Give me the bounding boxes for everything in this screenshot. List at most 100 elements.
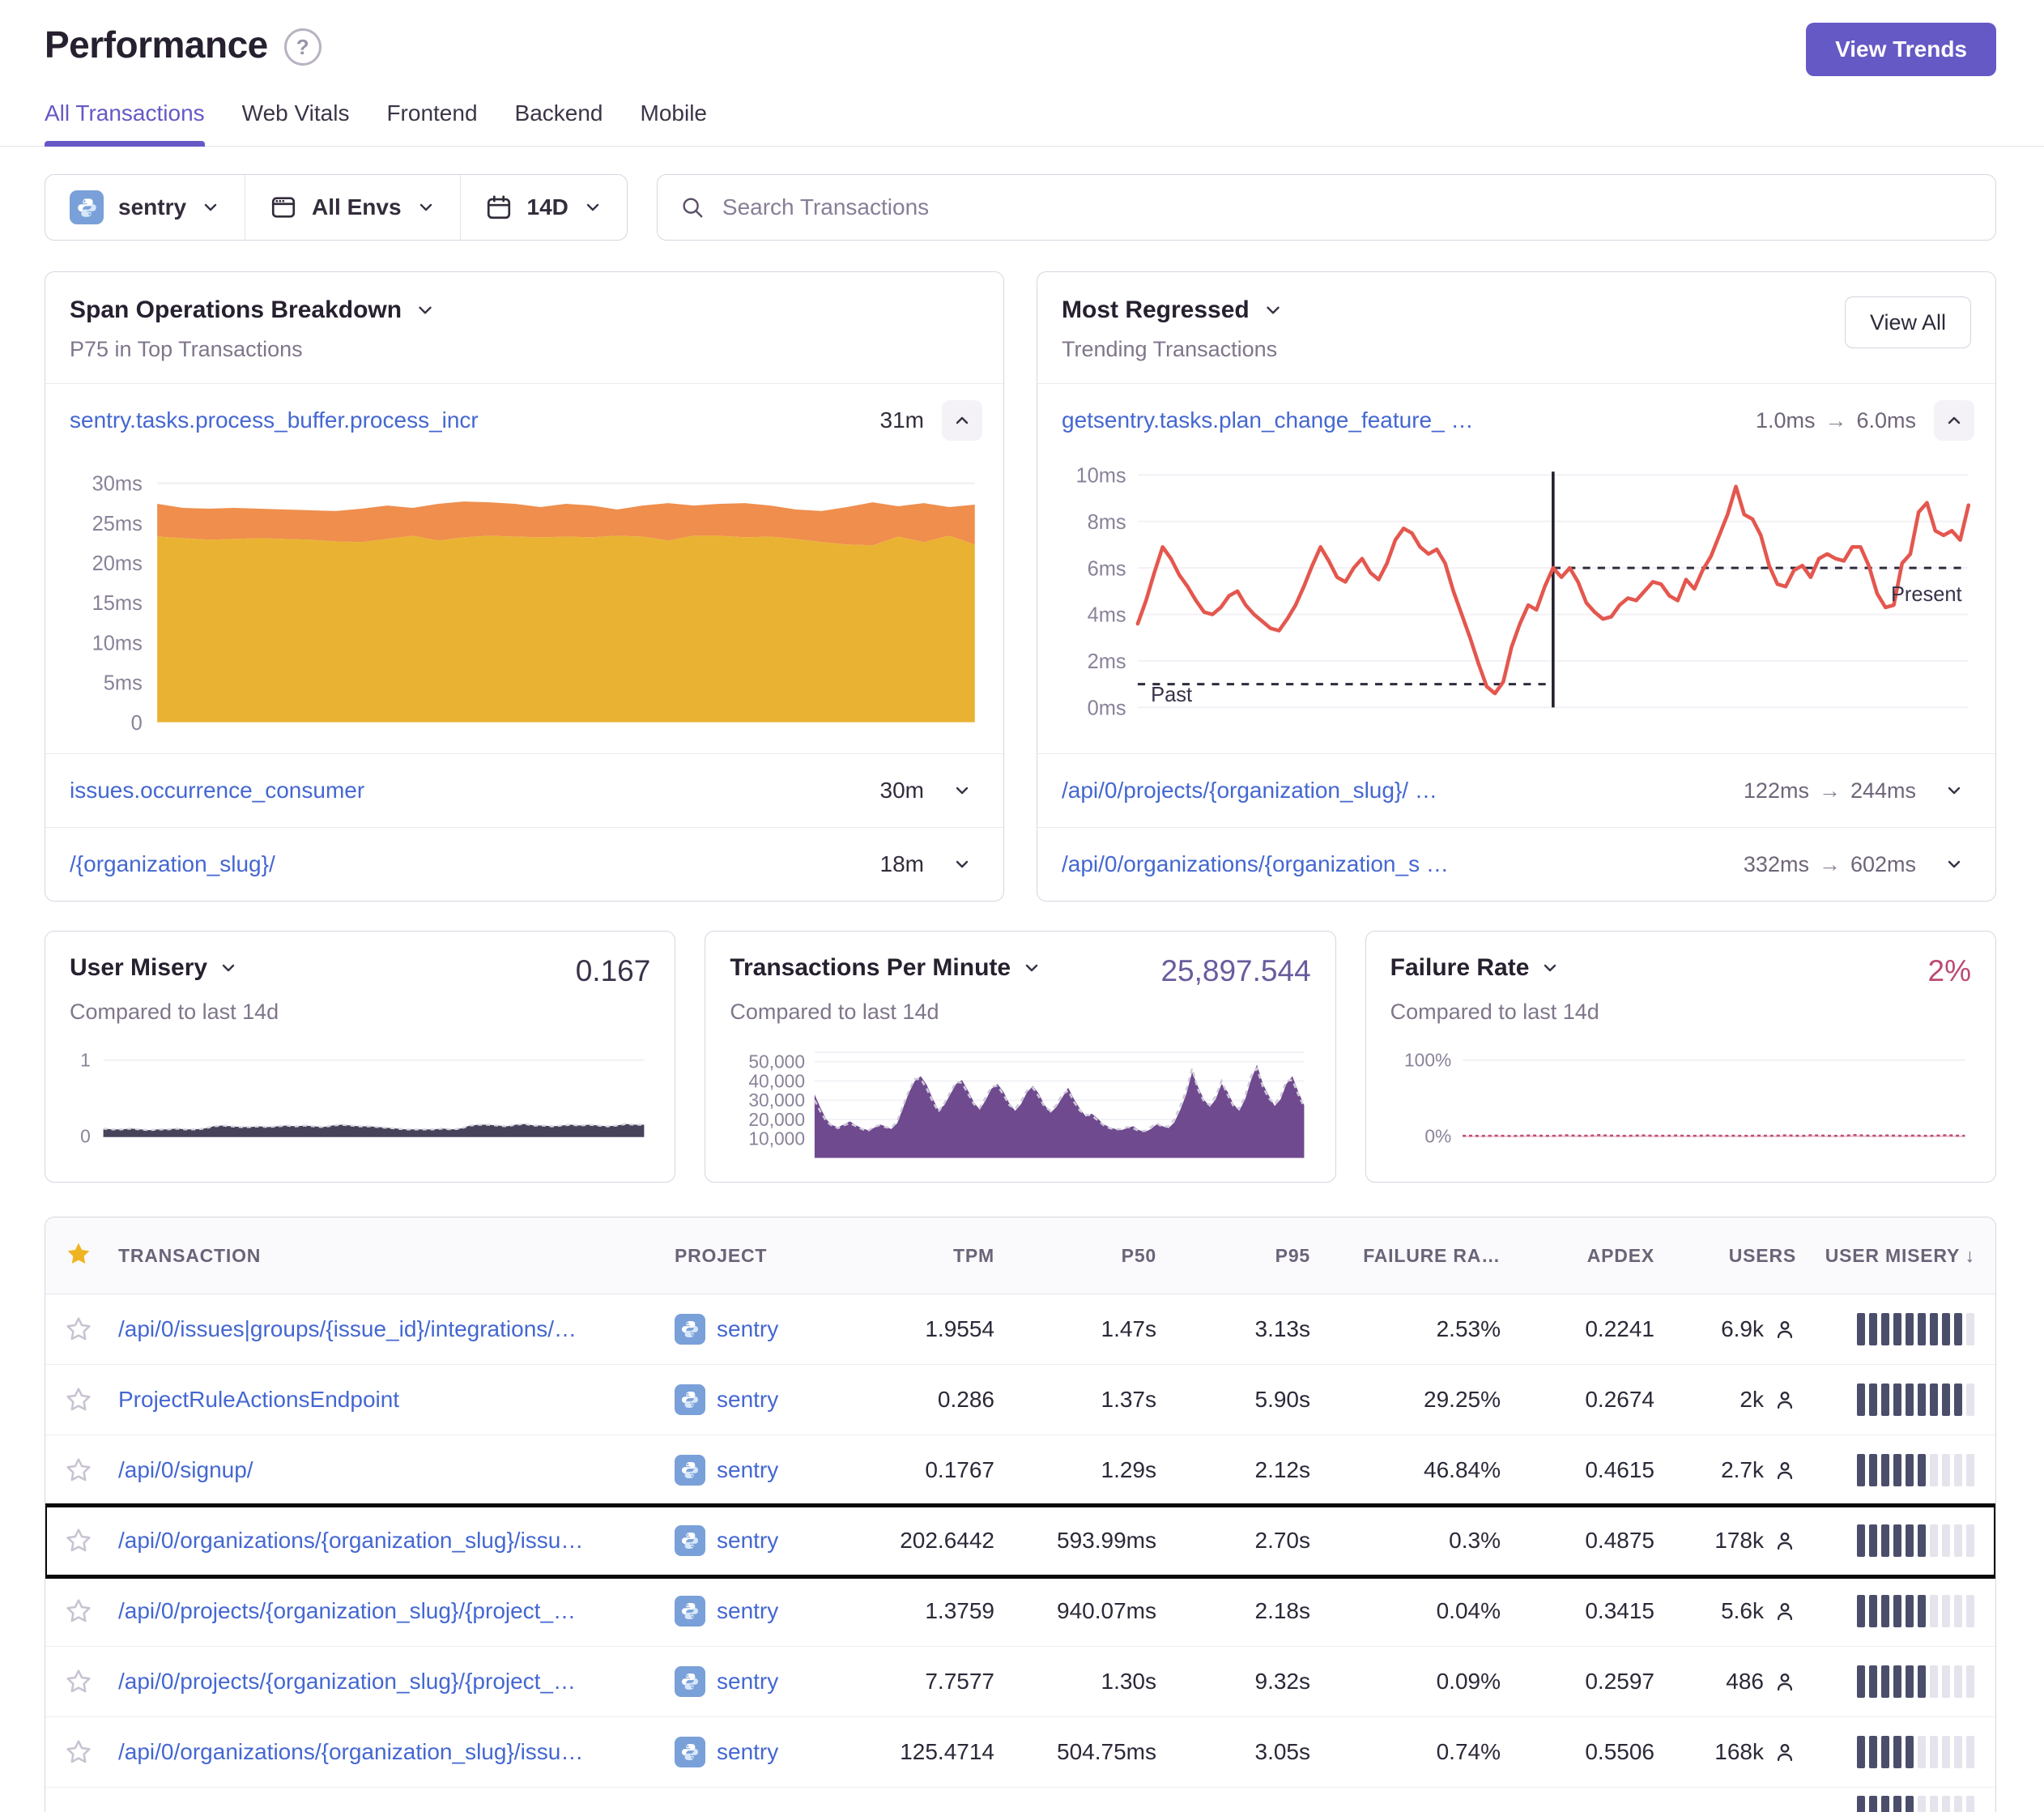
p95-cell: 9.32s — [1255, 1669, 1311, 1695]
expand-button[interactable] — [1934, 770, 1974, 811]
misery-bar — [1906, 1736, 1914, 1768]
project-filter[interactable]: sentry — [45, 175, 245, 240]
transaction-link[interactable]: /api/0/organizations/{organization_slug}… — [118, 1739, 675, 1765]
help-icon[interactable]: ? — [284, 28, 322, 66]
card-title-row[interactable]: Transactions Per Minute — [730, 954, 1041, 982]
table-row[interactable]: /api/0/organizations/{organization_slug}… — [45, 1717, 1995, 1788]
project-link[interactable]: sentry — [717, 1316, 778, 1342]
table-row[interactable]: /api/0/projects/{organization_slug}/{pro… — [45, 1576, 1995, 1647]
regression-to: 6.0ms — [1856, 408, 1916, 433]
span-op-link[interactable]: /{organization_slug}/ — [70, 851, 275, 877]
transaction-link[interactable]: /api/0/projects/{organization_slug}/{pro… — [118, 1598, 675, 1624]
metric-card-failure-rate: Failure Rate2%Compared to last 14d100%0% — [1365, 931, 1996, 1183]
transaction-link[interactable]: /api/0/signup/ — [118, 1457, 675, 1483]
tab-web-vitals[interactable]: Web Vitals — [242, 100, 350, 146]
p95-cell: 5.90s — [1255, 1387, 1311, 1413]
environment-filter[interactable]: All Envs — [245, 175, 459, 240]
chevron-up-icon — [1944, 411, 1964, 430]
project-link[interactable]: sentry — [717, 1598, 778, 1624]
project-link[interactable]: sentry — [717, 1739, 778, 1765]
project-cell: sentry — [675, 1455, 857, 1486]
misery-bar — [1918, 1384, 1926, 1416]
project-link[interactable]: sentry — [717, 1387, 778, 1413]
regression-from: 332ms — [1744, 852, 1809, 877]
column-header-tpm[interactable]: TPM — [953, 1245, 994, 1267]
expand-button[interactable] — [942, 770, 982, 811]
performance-page: Performance ? View Trends All Transactio… — [0, 0, 2044, 1812]
search-box[interactable] — [657, 174, 1996, 241]
favorite-star-button[interactable] — [65, 1456, 118, 1484]
span-op-row: issues.occurrence_consumer30m — [45, 753, 1003, 827]
favorite-star-button[interactable] — [65, 1315, 118, 1343]
regressed-link[interactable]: /api/0/organizations/{organization_s … — [1062, 851, 1449, 877]
column-header-failure-rate[interactable]: FAILURE RA… — [1363, 1245, 1501, 1267]
p95-cell: 3.05s — [1255, 1739, 1311, 1765]
tab-frontend[interactable]: Frontend — [386, 100, 477, 146]
column-header-p50[interactable]: P50 — [1122, 1245, 1156, 1267]
project-filter-label: sentry — [118, 194, 186, 220]
tab-backend[interactable]: Backend — [515, 100, 603, 146]
transaction-link[interactable]: ProjectRuleActionsEndpoint — [118, 1387, 675, 1413]
regressed-link[interactable]: getsentry.tasks.plan_change_feature_ … — [1062, 407, 1473, 433]
favorite-star-button[interactable] — [65, 1668, 118, 1695]
user-misery-bars — [1857, 1736, 1974, 1768]
span-operations-title-row[interactable]: Span Operations Breakdown — [70, 296, 436, 324]
column-header-apdex[interactable]: APDEX — [1587, 1245, 1654, 1267]
search-input[interactable] — [721, 194, 1973, 221]
misery-bar — [1966, 1796, 1974, 1812]
view-trends-button[interactable]: View Trends — [1806, 23, 1996, 76]
misery-bar — [1930, 1524, 1938, 1557]
table-row[interactable]: /api/0/organizations/{organization_slug}… — [45, 1506, 1995, 1576]
p95-cell: 2.18s — [1255, 1598, 1311, 1624]
favorite-column-header[interactable] — [65, 1240, 118, 1272]
span-op-link[interactable]: issues.occurrence_consumer — [70, 778, 364, 804]
project-link[interactable]: sentry — [717, 1457, 778, 1483]
misery-bar — [1906, 1384, 1914, 1416]
card-title-row[interactable]: Failure Rate — [1390, 954, 1561, 982]
favorite-star-button[interactable] — [65, 1597, 118, 1625]
collapse-button[interactable] — [942, 400, 982, 441]
chevron-down-icon — [1022, 958, 1041, 978]
metric-card-user-misery: User Misery0.167Compared to last 14d10 — [45, 931, 675, 1183]
misery-bar — [1930, 1736, 1938, 1768]
column-header-users[interactable]: USERS — [1729, 1245, 1796, 1267]
card-subtitle: Compared to last 14d — [730, 1000, 1310, 1025]
transaction-link[interactable]: /api/0/issues|groups/{issue_id}/integrat… — [118, 1316, 675, 1342]
column-header-transaction[interactable]: TRANSACTION — [118, 1245, 675, 1267]
table-row[interactable]: /api/0/signup/sentry0.17671.29s2.12s46.8… — [45, 1435, 1995, 1506]
misery-bar — [1869, 1454, 1877, 1486]
project-link[interactable]: sentry — [717, 1669, 778, 1695]
project-link[interactable]: sentry — [717, 1528, 778, 1554]
most-regressed-title-row[interactable]: Most Regressed — [1062, 296, 1284, 324]
table-row[interactable]: /api/0/issues|groups/{issue_id}/integrat… — [45, 1294, 1995, 1365]
tab-mobile[interactable]: Mobile — [641, 100, 707, 146]
table-row-partial[interactable] — [45, 1788, 1995, 1812]
column-header-user-misery[interactable]: USER MISERY ↓ — [1825, 1245, 1974, 1267]
column-header-project[interactable]: PROJECT — [675, 1245, 857, 1267]
regressed-row: /api/0/organizations/{organization_s … 33… — [1037, 827, 1995, 901]
favorite-star-button[interactable] — [65, 1738, 118, 1766]
card-title-row[interactable]: User Misery — [70, 954, 238, 982]
transaction-link[interactable]: /api/0/projects/{organization_slug}/{pro… — [118, 1669, 675, 1695]
table-row[interactable]: ProjectRuleActionsEndpointsentry0.2861.3… — [45, 1365, 1995, 1435]
span-op-link[interactable]: sentry.tasks.process_buffer.process_incr — [70, 407, 479, 433]
users-cell: 2.7k — [1721, 1457, 1796, 1483]
transaction-link[interactable]: /api/0/organizations/{organization_slug}… — [118, 1528, 675, 1554]
expand-button[interactable] — [942, 844, 982, 885]
tab-all-transactions[interactable]: All Transactions — [45, 100, 205, 146]
expand-button[interactable] — [1934, 844, 1974, 885]
view-all-button[interactable]: View All — [1845, 296, 1971, 348]
column-header-p95[interactable]: P95 — [1275, 1245, 1310, 1267]
transaction-cell: /api/0/projects/{organization_slug}/{pro… — [118, 1669, 675, 1695]
misery-bar — [1857, 1384, 1865, 1416]
favorite-star-button[interactable] — [65, 1527, 118, 1554]
misery-bar — [1966, 1313, 1974, 1345]
star-filled-icon — [65, 1240, 92, 1268]
page-title: Performance — [45, 23, 268, 66]
table-row[interactable]: /api/0/projects/{organization_slug}/{pro… — [45, 1647, 1995, 1717]
project-cell: sentry — [675, 1525, 857, 1556]
date-range-filter[interactable]: 14D — [460, 175, 627, 240]
collapse-button[interactable] — [1934, 400, 1974, 441]
favorite-star-button[interactable] — [65, 1386, 118, 1413]
regressed-link[interactable]: /api/0/projects/{organization_slug}/ … — [1062, 778, 1437, 804]
